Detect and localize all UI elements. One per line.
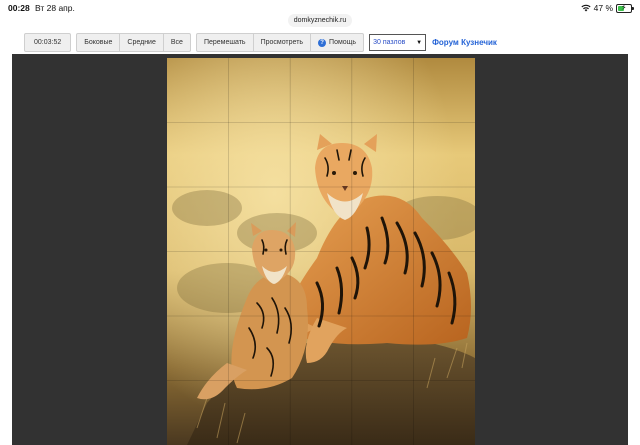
- piece-count-select[interactable]: 30 пазлов ▼: [369, 34, 427, 51]
- help-button[interactable]: ? Помощь: [311, 34, 363, 51]
- mode-middle-button[interactable]: Средние: [120, 34, 164, 51]
- battery-icon: ⚡: [616, 2, 634, 13]
- help-icon: ?: [318, 38, 327, 47]
- preview-button[interactable]: Просмотреть: [254, 34, 312, 51]
- action-button-group: Перемешать Просмотреть ? Помощь: [195, 33, 365, 52]
- mode-edges-button[interactable]: Боковые: [77, 34, 121, 51]
- charging-icon: ⚡: [621, 2, 627, 12]
- status-date: Вт 28 апр.: [35, 3, 75, 13]
- url-bar[interactable]: domkyznechik.ru: [288, 14, 352, 27]
- mode-button-group: Боковые Средние Все: [76, 33, 191, 52]
- mode-all-button[interactable]: Все: [164, 34, 190, 51]
- wifi-icon: [581, 4, 591, 12]
- status-time: 00:28: [8, 3, 30, 13]
- puzzle-board: [12, 54, 628, 445]
- forum-link[interactable]: Форум Кузнечик: [432, 38, 497, 47]
- battery-percent: 47 %: [593, 3, 613, 13]
- puzzle-toolbar: 00:03:52 Боковые Средние Все Перемешать …: [24, 33, 497, 52]
- piece-count-value: 30 пазлов: [373, 39, 406, 46]
- timer-display: 00:03:52: [24, 33, 72, 52]
- help-label: Помощь: [329, 39, 357, 46]
- shuffle-button[interactable]: Перемешать: [197, 34, 254, 51]
- puzzle-image[interactable]: [167, 58, 475, 445]
- chevron-down-icon: ▼: [416, 39, 423, 46]
- status-indicators: 47 % ⚡: [581, 2, 634, 13]
- tigers-image: [167, 58, 475, 445]
